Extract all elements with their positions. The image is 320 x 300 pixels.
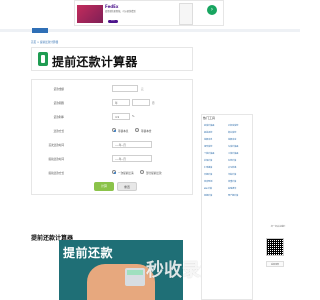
prepay-time-input[interactable]: ----年--月: [112, 155, 152, 162]
row-loan-term: 贷款期限 年 月: [32, 98, 194, 108]
sidebar-link[interactable]: 等额本息: [204, 137, 228, 143]
sidebar-link[interactable]: 社保计算: [204, 158, 228, 164]
ad-close-icon[interactable]: ›: [207, 5, 217, 15]
radio-full-prepay[interactable]: [112, 170, 116, 174]
loan-term-unit: 月: [152, 102, 155, 105]
ad-brand: FedEx: [105, 4, 119, 9]
label-first-payment: 首次还款时间: [48, 144, 64, 147]
sidebar-link[interactable]: 日期计算: [204, 172, 228, 178]
page-title: 提前还款计算器: [52, 55, 138, 69]
row-prepay-time: 提前还款时间 ----年--月: [32, 154, 194, 164]
ad-banner[interactable]: FedEx 使用更快更智能，可以更快看到 打开 ›: [74, 0, 224, 26]
calculator-illustration: [125, 268, 145, 286]
sidebar-link[interactable]: 体重计算: [228, 179, 252, 185]
loan-term-input[interactable]: [132, 99, 150, 106]
sidebar-link[interactable]: 身高预测: [204, 179, 228, 185]
sidebar-link[interactable]: 汇率换算: [204, 165, 228, 171]
sidebar-link[interactable]: 组合贷款: [204, 144, 228, 150]
reset-button[interactable]: 重置: [117, 182, 137, 191]
sidebar-link[interactable]: 房贷计算器: [204, 123, 228, 129]
sidebar-link[interactable]: 年龄计算: [228, 172, 252, 178]
radio-partial-prepay[interactable]: [140, 170, 144, 174]
row-first-payment: 首次还款时间 ----年--月: [32, 140, 194, 150]
back-to-top-button[interactable]: 返回顶部: [266, 261, 284, 267]
loan-amount-unit: 元: [141, 88, 144, 91]
sidebar-link[interactable]: 等额本金: [228, 137, 252, 143]
calculate-button[interactable]: 计算: [94, 182, 114, 191]
row-loan-amount: 贷款金额 元: [32, 84, 194, 94]
ad-image[interactable]: [77, 5, 103, 23]
row-interest-rate: 贷款利率 4.9 %: [32, 112, 194, 122]
sidebar-link[interactable]: 预产期计算: [228, 193, 252, 199]
label-equal-installment: 等额本息: [118, 130, 129, 133]
radio-equal-installment[interactable]: [112, 128, 116, 132]
sidebar-link[interactable]: 车贷计算器: [228, 144, 252, 150]
ad-phone-image: [179, 3, 193, 25]
loan-term-select[interactable]: 年: [112, 99, 130, 106]
sidebar-link[interactable]: BMI计算: [204, 186, 228, 192]
ad-open-button[interactable]: 打开: [108, 20, 118, 23]
ad-text: 使用更快更智能，可以更快看到: [105, 10, 136, 13]
label-loan-term: 贷款期限: [53, 102, 64, 105]
sidebar-link[interactable]: 大写转换: [228, 165, 252, 171]
interest-rate-unit: %: [132, 115, 135, 118]
label-repayment-method: 还款方式: [53, 130, 64, 133]
calculator-icon: [38, 52, 48, 66]
label-full-prepay: 一次提前还清: [118, 172, 134, 175]
label-prepay-time: 提前还款时间: [48, 158, 64, 161]
interest-rate-input[interactable]: 4.9: [112, 113, 130, 120]
label-partial-prepay: 部分提前还款: [146, 172, 162, 175]
loan-term-selected: 年: [115, 102, 118, 105]
site-logo[interactable]: [32, 28, 48, 33]
label-equal-principal: 等额本金: [141, 130, 152, 133]
breadcrumb[interactable]: 首页 > 提前还款计算器: [31, 40, 58, 44]
sidebar-title: 热门工具: [203, 116, 216, 120]
loan-form: 贷款金额 元 贷款期限 年 月 贷款利率 4.9 % 还款方式 等额本息 等额本…: [31, 79, 193, 195]
sidebar-link[interactable]: 公积金贷款: [228, 123, 252, 129]
sidebar-link[interactable]: 工资计算器: [228, 151, 252, 157]
row-prepay-method: 提前还款方式 一次提前还清 部分提前还款: [32, 168, 194, 178]
row-repayment-method: 还款方式 等额本息 等额本金: [32, 126, 194, 136]
label-loan-amount: 贷款金额: [53, 88, 64, 91]
label-prepay-method: 提前还款方式: [48, 172, 64, 175]
sidebar-link[interactable]: 个税计算器: [204, 151, 228, 157]
sidebar-link[interactable]: 存款计算: [228, 158, 252, 164]
sidebar-link[interactable]: 血型遗传: [228, 186, 252, 192]
loan-amount-input[interactable]: [112, 85, 138, 92]
first-payment-input[interactable]: ----年--月: [112, 141, 152, 148]
sidebar-link[interactable]: 提前还款: [204, 130, 228, 136]
radio-equal-principal[interactable]: [135, 128, 139, 132]
qr-caption: 扫一扫关注我们: [270, 226, 286, 228]
qr-code-icon: [266, 238, 284, 256]
label-interest-rate: 贷款利率: [53, 116, 64, 119]
sidebar-link[interactable]: 商业贷款: [228, 130, 252, 136]
sidebar-link[interactable]: 经期计算: [204, 193, 228, 199]
hero-title: 提前还款: [63, 246, 114, 260]
